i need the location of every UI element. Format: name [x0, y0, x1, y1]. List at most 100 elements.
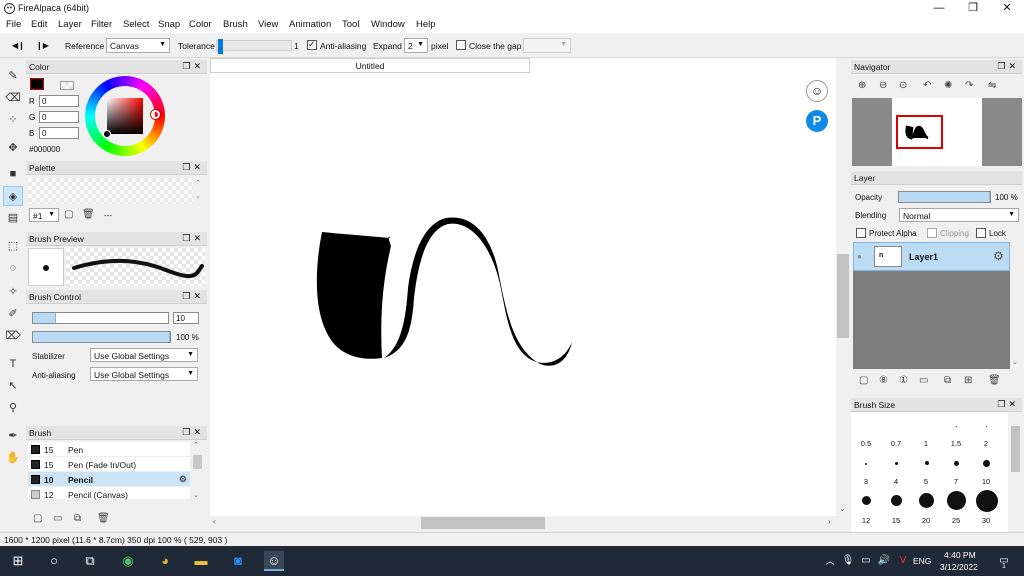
zoom-out-icon[interactable]: ⊖ — [879, 80, 887, 91]
clock-date[interactable]: 3/12/2022 — [940, 562, 978, 572]
scroll-thumb[interactable] — [421, 517, 545, 529]
size-label[interactable]: 20 — [911, 516, 941, 525]
zoom-in-icon[interactable]: ⊕ — [858, 80, 866, 91]
size-label[interactable]: 0.5 — [851, 439, 881, 448]
scroll-down-icon[interactable]: ⌄ — [195, 192, 201, 200]
chevron-up-icon[interactable]: ︿ — [820, 551, 840, 571]
primary-color-swatch[interactable] — [30, 78, 44, 90]
panel-controls-icon[interactable]: ❐✕ — [997, 61, 1019, 72]
new-8bit-layer-icon[interactable]: ⑧ — [879, 375, 888, 386]
microphone-icon[interactable]: 🎙 — [838, 551, 858, 571]
file-explorer-icon[interactable]: ▬ — [191, 551, 211, 571]
size-label[interactable]: 5 — [911, 477, 941, 486]
layer-row-layer1[interactable]: ● n Layer1 ⚙ — [853, 242, 1010, 271]
blending-select[interactable]: Normal ▼ — [899, 208, 1019, 222]
close-gap-select[interactable]: ▼ — [523, 38, 571, 53]
b-field[interactable]: 0 — [39, 127, 79, 139]
brush-item[interactable]: 15 Pen — [28, 442, 190, 457]
panel-controls-icon[interactable]: ❐✕ — [182, 162, 204, 173]
close-button[interactable]: ✕ — [990, 0, 1024, 17]
pen-icon[interactable]: ✎ — [3, 66, 23, 86]
move-icon[interactable]: ✥ — [3, 138, 23, 158]
scroll-down-icon[interactable]: ⌄ — [839, 504, 846, 513]
new-palette-icon[interactable]: ▢ — [64, 209, 73, 220]
app-tray-icon[interactable]: V — [893, 551, 913, 571]
select-pen-icon[interactable]: ✐ — [3, 304, 23, 324]
scroll-down-icon[interactable]: ⌄ — [193, 491, 199, 499]
dropper-icon[interactable]: ⚲ — [3, 398, 23, 418]
size-label[interactable]: 15 — [881, 516, 911, 525]
size-dot[interactable] — [983, 460, 990, 467]
size-dot[interactable] — [919, 493, 934, 508]
fill-rect-icon[interactable]: ■ — [3, 164, 23, 184]
size-label[interactable]: 12 — [851, 516, 881, 525]
new-1bit-layer-icon[interactable]: ① — [899, 375, 908, 386]
size-label[interactable]: 30 — [971, 516, 1001, 525]
pixiv-icon[interactable]: P — [806, 110, 828, 132]
new-layer-icon[interactable]: ▢ — [859, 375, 868, 386]
size-label[interactable]: 2 — [971, 439, 1001, 448]
size-label[interactable]: 0.7 — [881, 439, 911, 448]
lasso-icon[interactable]: ◌ — [3, 258, 23, 278]
canvas-vertical-scrollbar[interactable]: ⌄ — [836, 58, 850, 518]
size-label[interactable]: 1.5 — [941, 439, 971, 448]
dot-icon[interactable]: ⁘ — [3, 110, 23, 130]
brush-item-selected[interactable]: 10 Pencil ⚙ — [28, 472, 190, 487]
chrome-icon[interactable]: ◕ — [155, 551, 175, 571]
notification-center-icon[interactable]: ▭ 1 — [994, 551, 1014, 571]
size-label[interactable]: 10 — [971, 477, 1001, 486]
next-frame-icon[interactable]: ❙▶ — [36, 41, 49, 50]
app-icon-green[interactable]: ◉ — [118, 551, 138, 571]
scroll-right-icon[interactable]: › — [828, 517, 831, 526]
lock-checkbox[interactable] — [976, 228, 986, 238]
size-dot[interactable] — [865, 463, 867, 465]
navigator-preview[interactable] — [852, 98, 1022, 166]
size-dot[interactable] — [925, 461, 929, 465]
menu-color[interactable]: Color — [189, 19, 212, 30]
brush-item[interactable]: 12 Pencil (Canvas) — [28, 487, 190, 500]
select-eraser-icon[interactable]: ⌦ — [3, 326, 23, 346]
magic-wand-icon[interactable]: ✧ — [3, 282, 23, 302]
scroll-thumb[interactable] — [193, 455, 202, 469]
size-dot[interactable] — [956, 426, 957, 427]
menu-file[interactable]: File — [6, 19, 21, 30]
hue-ring[interactable] — [85, 76, 165, 156]
scroll-up-icon[interactable]: ⌃ — [195, 179, 201, 187]
menu-view[interactable]: View — [258, 19, 278, 30]
stabilizer-select[interactable]: Use Global Settings ▼ — [90, 348, 198, 362]
gradient-icon[interactable]: ▤ — [3, 208, 23, 228]
menu-snap[interactable]: Snap — [158, 19, 180, 30]
hue-handle[interactable] — [151, 110, 160, 119]
language-indicator[interactable]: ENG — [913, 556, 931, 566]
size-dot[interactable] — [986, 426, 987, 427]
antialiasing-checkbox[interactable] — [307, 39, 317, 50]
windows-start-icon[interactable]: ⊞ — [8, 551, 28, 571]
gear-icon[interactable]: ⚙ — [179, 474, 187, 485]
brush-size-scrollbar[interactable] — [1009, 413, 1022, 532]
bucket-icon[interactable]: ◈ — [3, 186, 23, 206]
canvas-area[interactable]: ☺ P — [210, 58, 850, 528]
select-rect-icon[interactable]: ⬚ — [3, 236, 23, 256]
canvas-horizontal-scrollbar[interactable]: ‹ › — [210, 516, 850, 530]
size-dot[interactable] — [895, 462, 898, 465]
panel-controls-icon[interactable]: ❐✕ — [182, 291, 204, 302]
duplicate-icon[interactable]: ⧉ — [74, 513, 81, 524]
maximize-button[interactable]: ❐ — [956, 0, 990, 17]
secondary-color-swatch[interactable] — [60, 81, 74, 90]
r-field[interactable]: 0 — [39, 95, 79, 107]
panel-controls-icon[interactable]: ❐✕ — [997, 399, 1019, 410]
g-field[interactable]: 0 — [39, 111, 79, 123]
brush-list-scrollbar[interactable]: ⌃ ⌄ — [191, 442, 204, 502]
volume-icon[interactable]: 🔊 — [874, 551, 894, 571]
tolerance-slider[interactable] — [216, 39, 292, 54]
size-dot[interactable] — [862, 496, 871, 505]
network-icon[interactable]: ▭ — [856, 551, 876, 571]
navigator-viewport[interactable] — [896, 115, 943, 149]
menu-tool[interactable]: Tool — [342, 19, 359, 30]
size-label[interactable]: 4 — [881, 477, 911, 486]
close-gap-checkbox[interactable] — [456, 40, 466, 50]
scroll-thumb[interactable] — [837, 254, 849, 338]
menu-animation[interactable]: Animation — [289, 19, 331, 30]
trash-icon[interactable]: 🗑 — [97, 513, 110, 524]
palette-swatches[interactable] — [28, 178, 193, 204]
